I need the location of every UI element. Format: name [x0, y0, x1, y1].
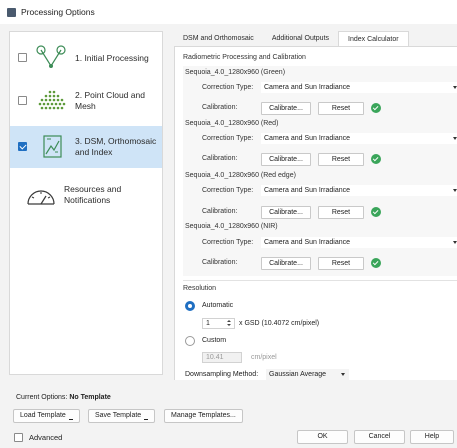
help-button[interactable]: Help: [410, 430, 454, 444]
calibration-label-green: Calibration:: [202, 104, 238, 111]
nav-label-dsm-line2: and Index: [75, 147, 113, 157]
load-template-button[interactable]: Load Template: [13, 409, 80, 423]
reset-button-red-edge[interactable]: Reset: [318, 206, 364, 219]
nav-item-initial-processing[interactable]: 1. Initial Processing: [10, 40, 162, 76]
tab-dsm-orthomosaic[interactable]: DSM and Orthomosaic: [174, 31, 263, 46]
save-template-button[interactable]: Save Template: [88, 409, 156, 423]
custom-value: 10.41: [206, 354, 224, 361]
current-options-value: No Template: [69, 394, 111, 401]
nav-checkbox-point-cloud[interactable]: [18, 96, 27, 105]
app-icon: [7, 7, 16, 17]
ok-button[interactable]: OK: [297, 430, 348, 444]
correction-value-red-edge: Camera and Sun Irradiance: [264, 187, 350, 194]
tab-bar: DSM and Orthomosaic Additional Outputs I…: [174, 31, 409, 47]
correction-value-nir: Camera and Sun Irradiance: [264, 239, 350, 246]
dropdown-icon: [144, 419, 149, 420]
window-title: Processing Options: [21, 7, 95, 17]
correction-select-red[interactable]: Camera and Sun Irradiance: [261, 133, 457, 144]
spin-up-icon[interactable]: [227, 320, 231, 322]
current-options: Current Options: No Template: [16, 394, 111, 401]
load-template-label: Load Template: [20, 412, 66, 419]
correction-select-green[interactable]: Camera and Sun Irradiance: [261, 82, 457, 93]
nav-label-initial-processing: 1. Initial Processing: [75, 53, 149, 63]
chevron-down-icon: [453, 137, 457, 140]
nav-checkbox-initial-processing[interactable]: [18, 53, 27, 62]
reset-button-red[interactable]: Reset: [318, 153, 364, 166]
gsd-text: x GSD (10.4072 cm/pixel): [239, 320, 320, 327]
chevron-down-icon: [453, 86, 457, 89]
check-circle-icon: [371, 154, 381, 164]
current-options-label: Current Options:: [16, 394, 68, 401]
resolution-section-title: Resolution: [183, 285, 217, 292]
custom-unit: cm/pixel: [251, 354, 277, 361]
cancel-button[interactable]: Cancel: [354, 430, 405, 444]
nav-item-point-cloud[interactable]: 2. Point Cloud and Mesh: [10, 80, 162, 120]
calibration-label-nir: Calibration:: [202, 259, 238, 266]
check-circle-icon: [371, 258, 381, 268]
automatic-radio[interactable]: [185, 301, 195, 311]
band-name-green: Sequoia_4.0_1280x960 (Green): [185, 69, 286, 76]
custom-radio[interactable]: [185, 336, 195, 346]
correction-label-red: Correction Type:: [202, 135, 254, 142]
point-cloud-icon: [38, 90, 66, 110]
chevron-down-icon: [341, 373, 345, 376]
correction-select-nir[interactable]: Camera and Sun Irradiance: [261, 237, 457, 248]
calibrate-button-green[interactable]: Calibrate...: [261, 102, 311, 115]
correction-value-green: Camera and Sun Irradiance: [264, 84, 350, 91]
custom-resolution-input[interactable]: 10.41: [202, 352, 242, 363]
nav-item-resources[interactable]: Resources and Notifications: [10, 174, 162, 216]
downsampling-value: Gaussian Average: [269, 371, 327, 378]
advanced-label: Advanced: [29, 433, 63, 442]
nav-label-resources-line1: Resources and: [64, 184, 122, 194]
reset-button-green[interactable]: Reset: [318, 102, 364, 115]
section-divider: [183, 280, 457, 281]
dropdown-icon: [68, 419, 73, 420]
save-template-label: Save Template: [95, 412, 142, 419]
title-bar: Processing Options: [0, 0, 457, 24]
tab-additional-outputs[interactable]: Additional Outputs: [263, 31, 338, 46]
calibrate-button-red-edge[interactable]: Calibrate...: [261, 206, 311, 219]
calibrate-button-nir[interactable]: Calibrate...: [261, 257, 311, 270]
correction-label-red-edge: Correction Type:: [202, 187, 254, 194]
initial-processing-icon: [36, 45, 66, 68]
correction-label-nir: Correction Type:: [202, 239, 254, 246]
nav-label-dsm-line1: 3. DSM, Orthomosaic: [75, 136, 157, 146]
index-calculator-panel: Radiometric Processing and Calibration S…: [174, 46, 457, 380]
nav-label-point-cloud-line1: 2. Point Cloud and: [75, 90, 145, 100]
correction-select-red-edge[interactable]: Camera and Sun Irradiance: [261, 185, 457, 196]
calibration-label-red: Calibration:: [202, 155, 238, 162]
gsd-spinbox[interactable]: 1: [202, 318, 235, 329]
tab-index-calculator[interactable]: Index Calculator: [338, 31, 409, 47]
gauge-icon: [27, 190, 55, 205]
dsm-icon: [43, 135, 62, 158]
band-name-red: Sequoia_4.0_1280x960 (Red): [185, 120, 279, 127]
correction-label-green: Correction Type:: [202, 84, 254, 91]
calibration-label-red-edge: Calibration:: [202, 208, 238, 215]
correction-value-red: Camera and Sun Irradiance: [264, 135, 350, 142]
check-circle-icon: [371, 103, 381, 113]
nav-label-resources-line2: Notifications: [64, 195, 111, 205]
band-name-red-edge: Sequoia_4.0_1280x960 (Red edge): [185, 172, 296, 179]
calibrate-button-red[interactable]: Calibrate...: [261, 153, 311, 166]
automatic-label: Automatic: [202, 302, 234, 309]
chevron-down-icon: [453, 189, 457, 192]
manage-templates-button[interactable]: Manage Templates...: [164, 409, 243, 423]
nav-checkbox-dsm-orthomosaic[interactable]: [18, 142, 27, 151]
gsd-value: 1: [206, 320, 210, 327]
downsampling-select[interactable]: Gaussian Average: [266, 369, 349, 380]
custom-label: Custom: [202, 337, 227, 344]
spin-down-icon[interactable]: [227, 324, 231, 326]
downsampling-label: Downsampling Method:: [185, 371, 259, 378]
nav-label-point-cloud-line2: Mesh: [75, 101, 96, 111]
chevron-down-icon: [453, 241, 457, 244]
check-circle-icon: [371, 207, 381, 217]
radiometric-section-title: Radiometric Processing and Calibration: [183, 54, 306, 61]
nav-item-dsm-orthomosaic[interactable]: 3. DSM, Orthomosaic and Index: [10, 126, 162, 168]
options-nav: 1. Initial Processing 2. Point Cloud and…: [9, 31, 163, 375]
reset-button-nir[interactable]: Reset: [318, 257, 364, 270]
band-name-nir: Sequoia_4.0_1280x960 (NIR): [185, 223, 278, 230]
advanced-checkbox[interactable]: [14, 433, 23, 442]
